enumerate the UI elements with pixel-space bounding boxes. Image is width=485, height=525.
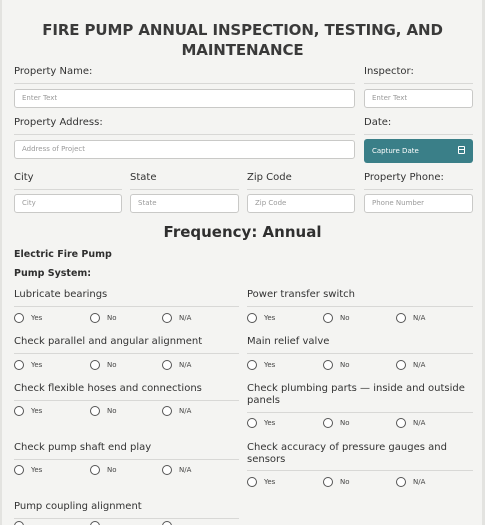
radio-circle[interactable] [14, 521, 24, 525]
divider [364, 189, 473, 190]
radio-circle[interactable] [323, 313, 333, 323]
radio-circle[interactable] [90, 465, 100, 475]
calendar-icon [458, 146, 465, 154]
radio-circle[interactable] [162, 465, 172, 475]
radio-circle[interactable] [14, 313, 24, 323]
section-title: Electric Fire Pump [14, 249, 112, 260]
divider [14, 134, 355, 135]
question-power-transfer-switch: Power transfer switch [247, 289, 356, 300]
radio-circle[interactable] [247, 477, 257, 487]
state-label: State [130, 172, 157, 183]
capture-date-button[interactable]: Capture Date [364, 139, 473, 163]
question-plumbing-parts: Check plumbing parts — inside and outsid… [247, 383, 465, 406]
radio-circle[interactable] [90, 360, 100, 370]
radio-circle[interactable] [323, 360, 333, 370]
divider [247, 189, 355, 190]
radio-circle[interactable] [90, 521, 100, 525]
radio-circle[interactable] [90, 406, 100, 416]
radio-circle[interactable] [162, 406, 172, 416]
divider [14, 400, 239, 401]
divider [247, 470, 473, 471]
city-input[interactable]: City [14, 194, 122, 213]
radio-circle[interactable] [14, 360, 24, 370]
question-pump-shaft-end-play: Check pump shaft end play [14, 442, 152, 453]
form-page: FIRE PUMP ANNUAL INSPECTION, TESTING, AN… [0, 0, 485, 525]
radio-circle[interactable] [396, 418, 406, 428]
date-label: Date: [364, 117, 392, 128]
divider [364, 134, 473, 135]
radio-circle[interactable] [14, 465, 24, 475]
left-frame [0, 0, 2, 525]
radio-circle[interactable] [323, 477, 333, 487]
frequency-heading: Frequency: Annual [163, 223, 322, 241]
divider [247, 412, 473, 413]
state-input[interactable]: State [130, 194, 239, 213]
form-title: FIRE PUMP ANNUAL INSPECTION, TESTING, AN… [42, 21, 443, 59]
inspector-label: Inspector: [364, 66, 414, 77]
radio-circle[interactable] [396, 477, 406, 487]
property-name-label: Property Name: [14, 66, 93, 77]
divider [14, 83, 355, 84]
divider [14, 459, 239, 460]
question-pump-coupling-alignment: Pump coupling alignment [14, 501, 142, 512]
property-address-label: Property Address: [14, 117, 103, 128]
radio-circle[interactable] [323, 418, 333, 428]
capture-date-label: Capture Date [372, 147, 419, 155]
question-parallel-angular-alignment: Check parallel and angular alignment [14, 336, 203, 347]
divider [364, 83, 473, 84]
city-label: City [14, 172, 34, 183]
question-lubricate-bearings: Lubricate bearings [14, 289, 108, 300]
radio-circle[interactable] [162, 313, 172, 323]
radio-circle[interactable] [247, 360, 257, 370]
subsection-title: Pump System: [14, 268, 92, 279]
radio-circle[interactable] [247, 313, 257, 323]
radio-circle[interactable] [396, 313, 406, 323]
divider [130, 189, 239, 190]
radio-circle[interactable] [162, 360, 172, 370]
radio-circle[interactable] [90, 313, 100, 323]
question-flexible-hoses: Check flexible hoses and connections [14, 383, 202, 394]
property-name-input[interactable]: Enter Text [14, 89, 355, 108]
divider [14, 189, 122, 190]
zip-code-label: Zip Code [247, 172, 292, 183]
divider [14, 306, 239, 307]
property-address-input[interactable]: Address of Project [14, 140, 355, 159]
radio-circle[interactable] [396, 360, 406, 370]
divider [247, 306, 473, 307]
inspector-input[interactable]: Enter Text [364, 89, 473, 108]
property-phone-input[interactable]: Phone Number [364, 194, 473, 213]
zip-code-input[interactable]: Zip Code [247, 194, 355, 213]
radio-circle[interactable] [162, 521, 172, 525]
property-phone-label: Property Phone: [364, 172, 444, 183]
divider [14, 353, 239, 354]
divider [14, 518, 239, 519]
question-pressure-gauges: Check accuracy of pressure gauges and se… [247, 442, 447, 465]
radio-circle[interactable] [14, 406, 24, 416]
radio-circle[interactable] [247, 418, 257, 428]
divider [247, 353, 473, 354]
question-main-relief-valve: Main relief valve [247, 336, 330, 347]
